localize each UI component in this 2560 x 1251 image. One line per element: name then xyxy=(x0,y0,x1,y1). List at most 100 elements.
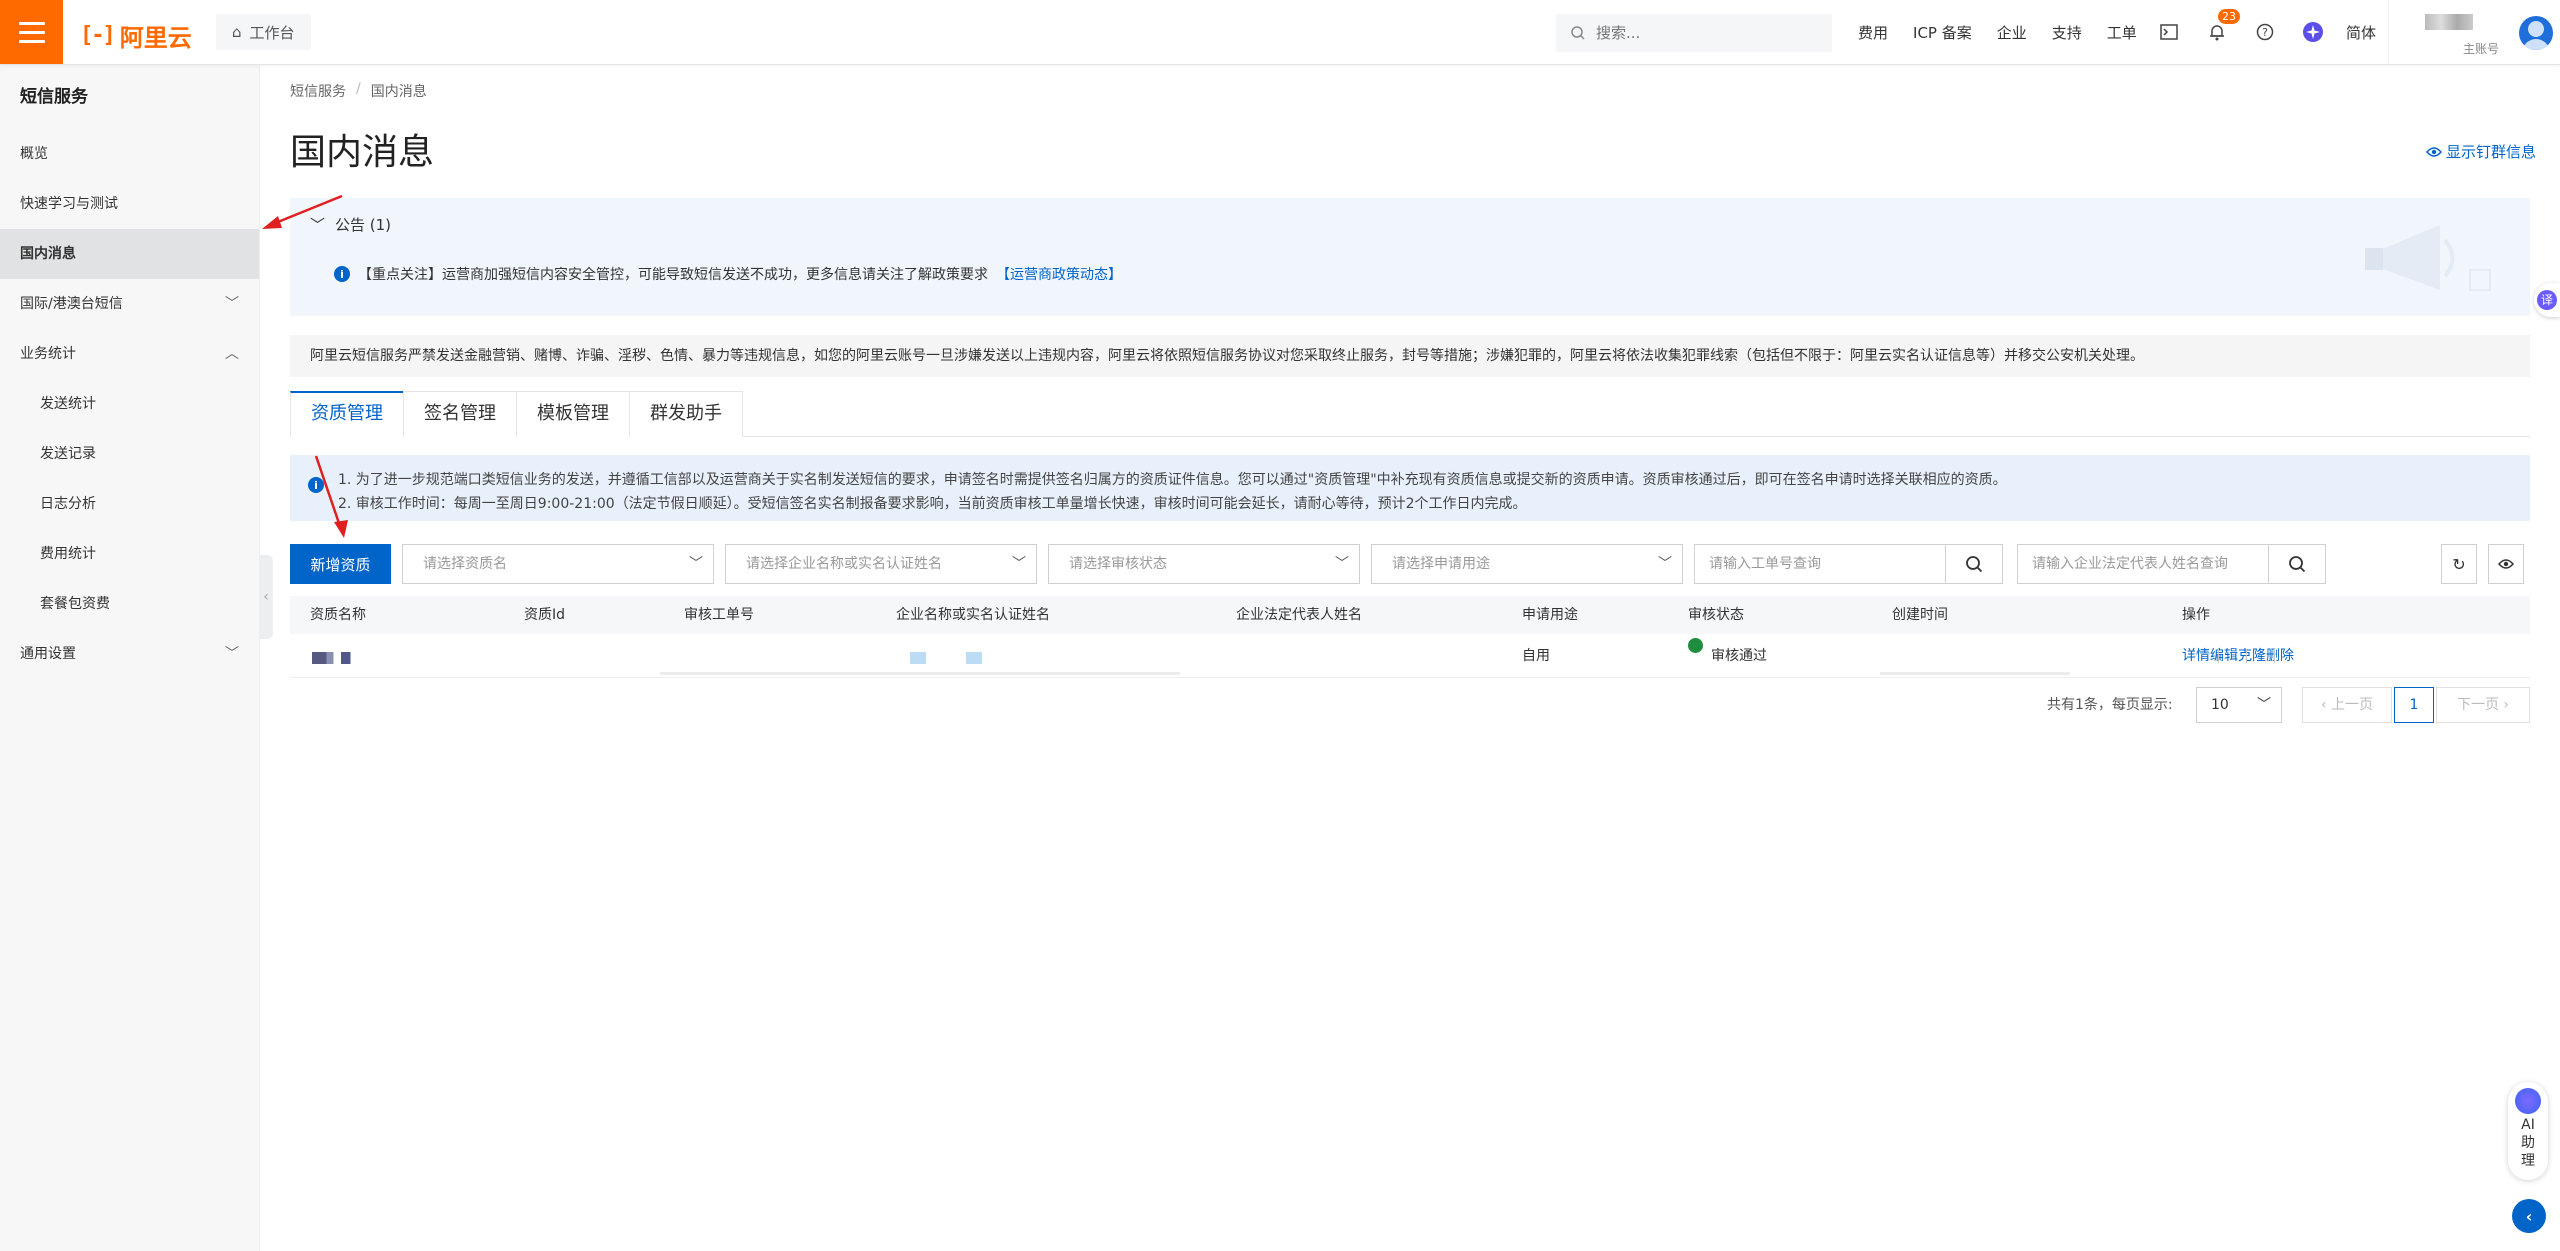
top-bar: [-] 阿里云 ⌂ 工作台 费用 ICP 备案 企业 支持 工单 23 ? 简体… xyxy=(0,0,2560,65)
prev-page-button[interactable]: ‹ 上一页 xyxy=(2302,687,2392,723)
page-number-current[interactable]: 1 xyxy=(2394,687,2434,723)
help-icon[interactable]: ? xyxy=(2254,21,2276,43)
sidebar-item-label: 日志分析 xyxy=(40,496,96,512)
detail-link[interactable]: 详情 xyxy=(2182,648,2210,664)
sidebar-item-label: 国内消息 xyxy=(20,246,76,262)
logo-text: 阿里云 xyxy=(119,24,192,52)
chevron-left-icon: ‹ xyxy=(2525,1206,2533,1226)
home-icon: ⌂ xyxy=(232,23,242,41)
sidebar-item-send-stats[interactable]: 发送统计 xyxy=(0,379,259,429)
sidebar-item-label: 套餐包资费 xyxy=(40,596,110,612)
legal-rep-input[interactable]: 请输入企业法定代表人姓名查询 xyxy=(2017,544,2269,584)
redacted-ticket-bar xyxy=(660,672,1180,675)
search-icon xyxy=(1966,556,1983,573)
sidebar-item-label: 通用设置 xyxy=(20,646,76,662)
company-name-select[interactable]: 请选择企业名称或实名认证姓名 ﹀ xyxy=(725,544,1037,584)
row-usage: 自用 xyxy=(1522,648,1550,664)
breadcrumb-item-sms[interactable]: 短信服务 xyxy=(290,81,346,101)
ai-assistant-button[interactable]: AI助理 xyxy=(2508,1082,2548,1180)
collapse-floating-button[interactable]: ‹ xyxy=(2512,1199,2546,1233)
user-account[interactable]: 主账号 xyxy=(2388,0,2560,64)
terminal-icon[interactable] xyxy=(2158,21,2180,43)
prev-page-label: 上一页 xyxy=(2331,697,2374,713)
chevron-down-icon: ﹀ xyxy=(225,296,239,312)
breadcrumb-item-current: 国内消息 xyxy=(370,84,427,100)
show-dingtalk-group-link[interactable]: 显示钉群信息 xyxy=(2425,141,2536,162)
add-qualification-button[interactable]: 新增资质 xyxy=(290,544,391,584)
status-badge: 审核通过 xyxy=(1711,648,1767,664)
col-usage: 申请用途 xyxy=(1522,607,1578,623)
legal-rep-search-button[interactable] xyxy=(2268,544,2326,584)
sidebar-item-send-records[interactable]: 发送记录 xyxy=(0,429,259,479)
nav-link-enterprise[interactable]: 企业 xyxy=(1997,22,2027,43)
delete-link[interactable]: 删除 xyxy=(2266,648,2294,664)
nav-link-fees[interactable]: 费用 xyxy=(1858,22,1888,43)
logo-mark: [-] xyxy=(80,23,116,48)
top-nav-icons: 23 ? xyxy=(2158,0,2324,64)
tab-template[interactable]: 模板管理 xyxy=(516,391,630,437)
ticket-search-button[interactable] xyxy=(1945,544,2003,584)
next-page-button[interactable]: 下一页 › xyxy=(2436,687,2530,723)
ai-assistant-icon[interactable] xyxy=(2302,21,2324,43)
translate-button[interactable]: 译 xyxy=(2534,283,2560,317)
nav-link-ticket[interactable]: 工单 xyxy=(2107,22,2137,43)
page-size-select[interactable]: 10 ﹀ xyxy=(2196,687,2282,723)
sidebar-item-log-analysis[interactable]: 日志分析 xyxy=(0,479,259,529)
sidebar-item-fee-stats[interactable]: 费用统计 xyxy=(0,529,259,579)
sidebar-title: 短信服务 xyxy=(20,87,88,107)
chevron-down-icon: ﹀ xyxy=(2257,697,2271,713)
select-placeholder: 请选择审核状态 xyxy=(1069,556,1167,572)
avatar[interactable] xyxy=(2519,16,2553,50)
search-icon xyxy=(2289,556,2306,573)
review-status-select[interactable]: 请选择审核状态 ﹀ xyxy=(1048,544,1360,584)
top-nav-links: 费用 ICP 备案 企业 支持 工单 xyxy=(1858,0,2137,64)
refresh-button[interactable]: ↻ xyxy=(2441,544,2477,584)
column-visibility-button[interactable] xyxy=(2488,544,2524,584)
carrier-policy-link[interactable]: 【运营商政策动态】 xyxy=(996,264,1122,284)
clone-link[interactable]: 克隆 xyxy=(2238,648,2266,664)
global-search-input[interactable] xyxy=(1596,24,1796,42)
announcement-body: i 【重点关注】运营商加强短信内容安全管控，可能导致短信发送不成功，更多信息请关… xyxy=(334,264,1122,284)
usage-select[interactable]: 请选择申请用途 ﹀ xyxy=(1371,544,1683,584)
sidebar-item-overview[interactable]: 概览 xyxy=(0,129,259,179)
bell-icon[interactable]: 23 xyxy=(2206,9,2240,43)
sidebar-item-label: 发送记录 xyxy=(40,446,96,462)
ticket-number-input[interactable]: 请输入工单号查询 xyxy=(1694,544,1946,584)
announcement-text: 【重点关注】运营商加强短信内容安全管控，可能导致短信发送不成功，更多信息请关注了… xyxy=(358,267,988,283)
redacted-qualification-name xyxy=(312,652,360,664)
edit-link[interactable]: 编辑 xyxy=(2210,648,2238,664)
sidebar-item-label: 国际/港澳台短信 xyxy=(20,296,123,312)
announcement-toggle[interactable]: ﹀ 公告 (1) xyxy=(310,214,391,235)
sidebar-item-domestic[interactable]: 国内消息 xyxy=(0,229,259,279)
tab-qualification[interactable]: 资质管理 xyxy=(290,391,404,437)
tab-bulk-send[interactable]: 群发助手 xyxy=(629,391,743,437)
hamburger-menu-button[interactable] xyxy=(0,0,63,64)
col-company-name: 企业名称或实名认证姓名 xyxy=(896,607,1050,623)
qualification-name-select[interactable]: 请选择资质名 ﹀ xyxy=(402,544,714,584)
nav-link-icp[interactable]: ICP 备案 xyxy=(1913,22,1972,43)
sidebar-item-general-settings[interactable]: 通用设置 ﹀ xyxy=(0,629,259,679)
sidebar-item-packages[interactable]: 套餐包资费 xyxy=(0,579,259,629)
page-title: 国内消息 xyxy=(290,132,435,173)
select-placeholder: 请选择资质名 xyxy=(423,556,507,572)
chevron-down-icon: ﹀ xyxy=(1335,556,1349,572)
ai-assistant-label: AI助理 xyxy=(2521,1117,2535,1169)
tab-signature[interactable]: 签名管理 xyxy=(403,391,517,437)
language-switch[interactable]: 简体 xyxy=(2346,22,2376,43)
sidebar-item-international[interactable]: 国际/港澳台短信 ﹀ xyxy=(0,279,259,329)
global-search[interactable] xyxy=(1556,14,1832,52)
chevron-left-icon: ‹ xyxy=(263,589,269,605)
chevron-down-icon: ﹀ xyxy=(225,646,239,662)
sidebar-item-statistics[interactable]: 业务统计 ︿ xyxy=(0,329,259,379)
aliyun-logo[interactable]: [-] 阿里云 xyxy=(80,18,192,53)
workbench-button[interactable]: ⌂ 工作台 xyxy=(216,14,311,50)
check-circle-icon: ✓ xyxy=(1688,638,1703,665)
sidebar-item-label: 业务统计 xyxy=(20,346,76,362)
sidebar-collapse-handle[interactable]: ‹ xyxy=(259,555,273,639)
nav-link-support[interactable]: 支持 xyxy=(2052,22,2082,43)
filter-toolbar: 新增资质 请选择资质名 ﹀ 请选择企业名称或实名认证姓名 ﹀ 请选择审核状态 ﹀ 请选… xyxy=(290,544,2530,586)
col-actions: 操作 xyxy=(2182,607,2210,623)
sidebar-item-quick-start[interactable]: 快速学习与测试 xyxy=(0,179,259,229)
refresh-icon: ↻ xyxy=(2452,554,2466,574)
tip-line-1: 1. 为了进一步规范端口类短信业务的发送，并遵循工信部以及运营商关于实名制发送短… xyxy=(338,472,2007,488)
